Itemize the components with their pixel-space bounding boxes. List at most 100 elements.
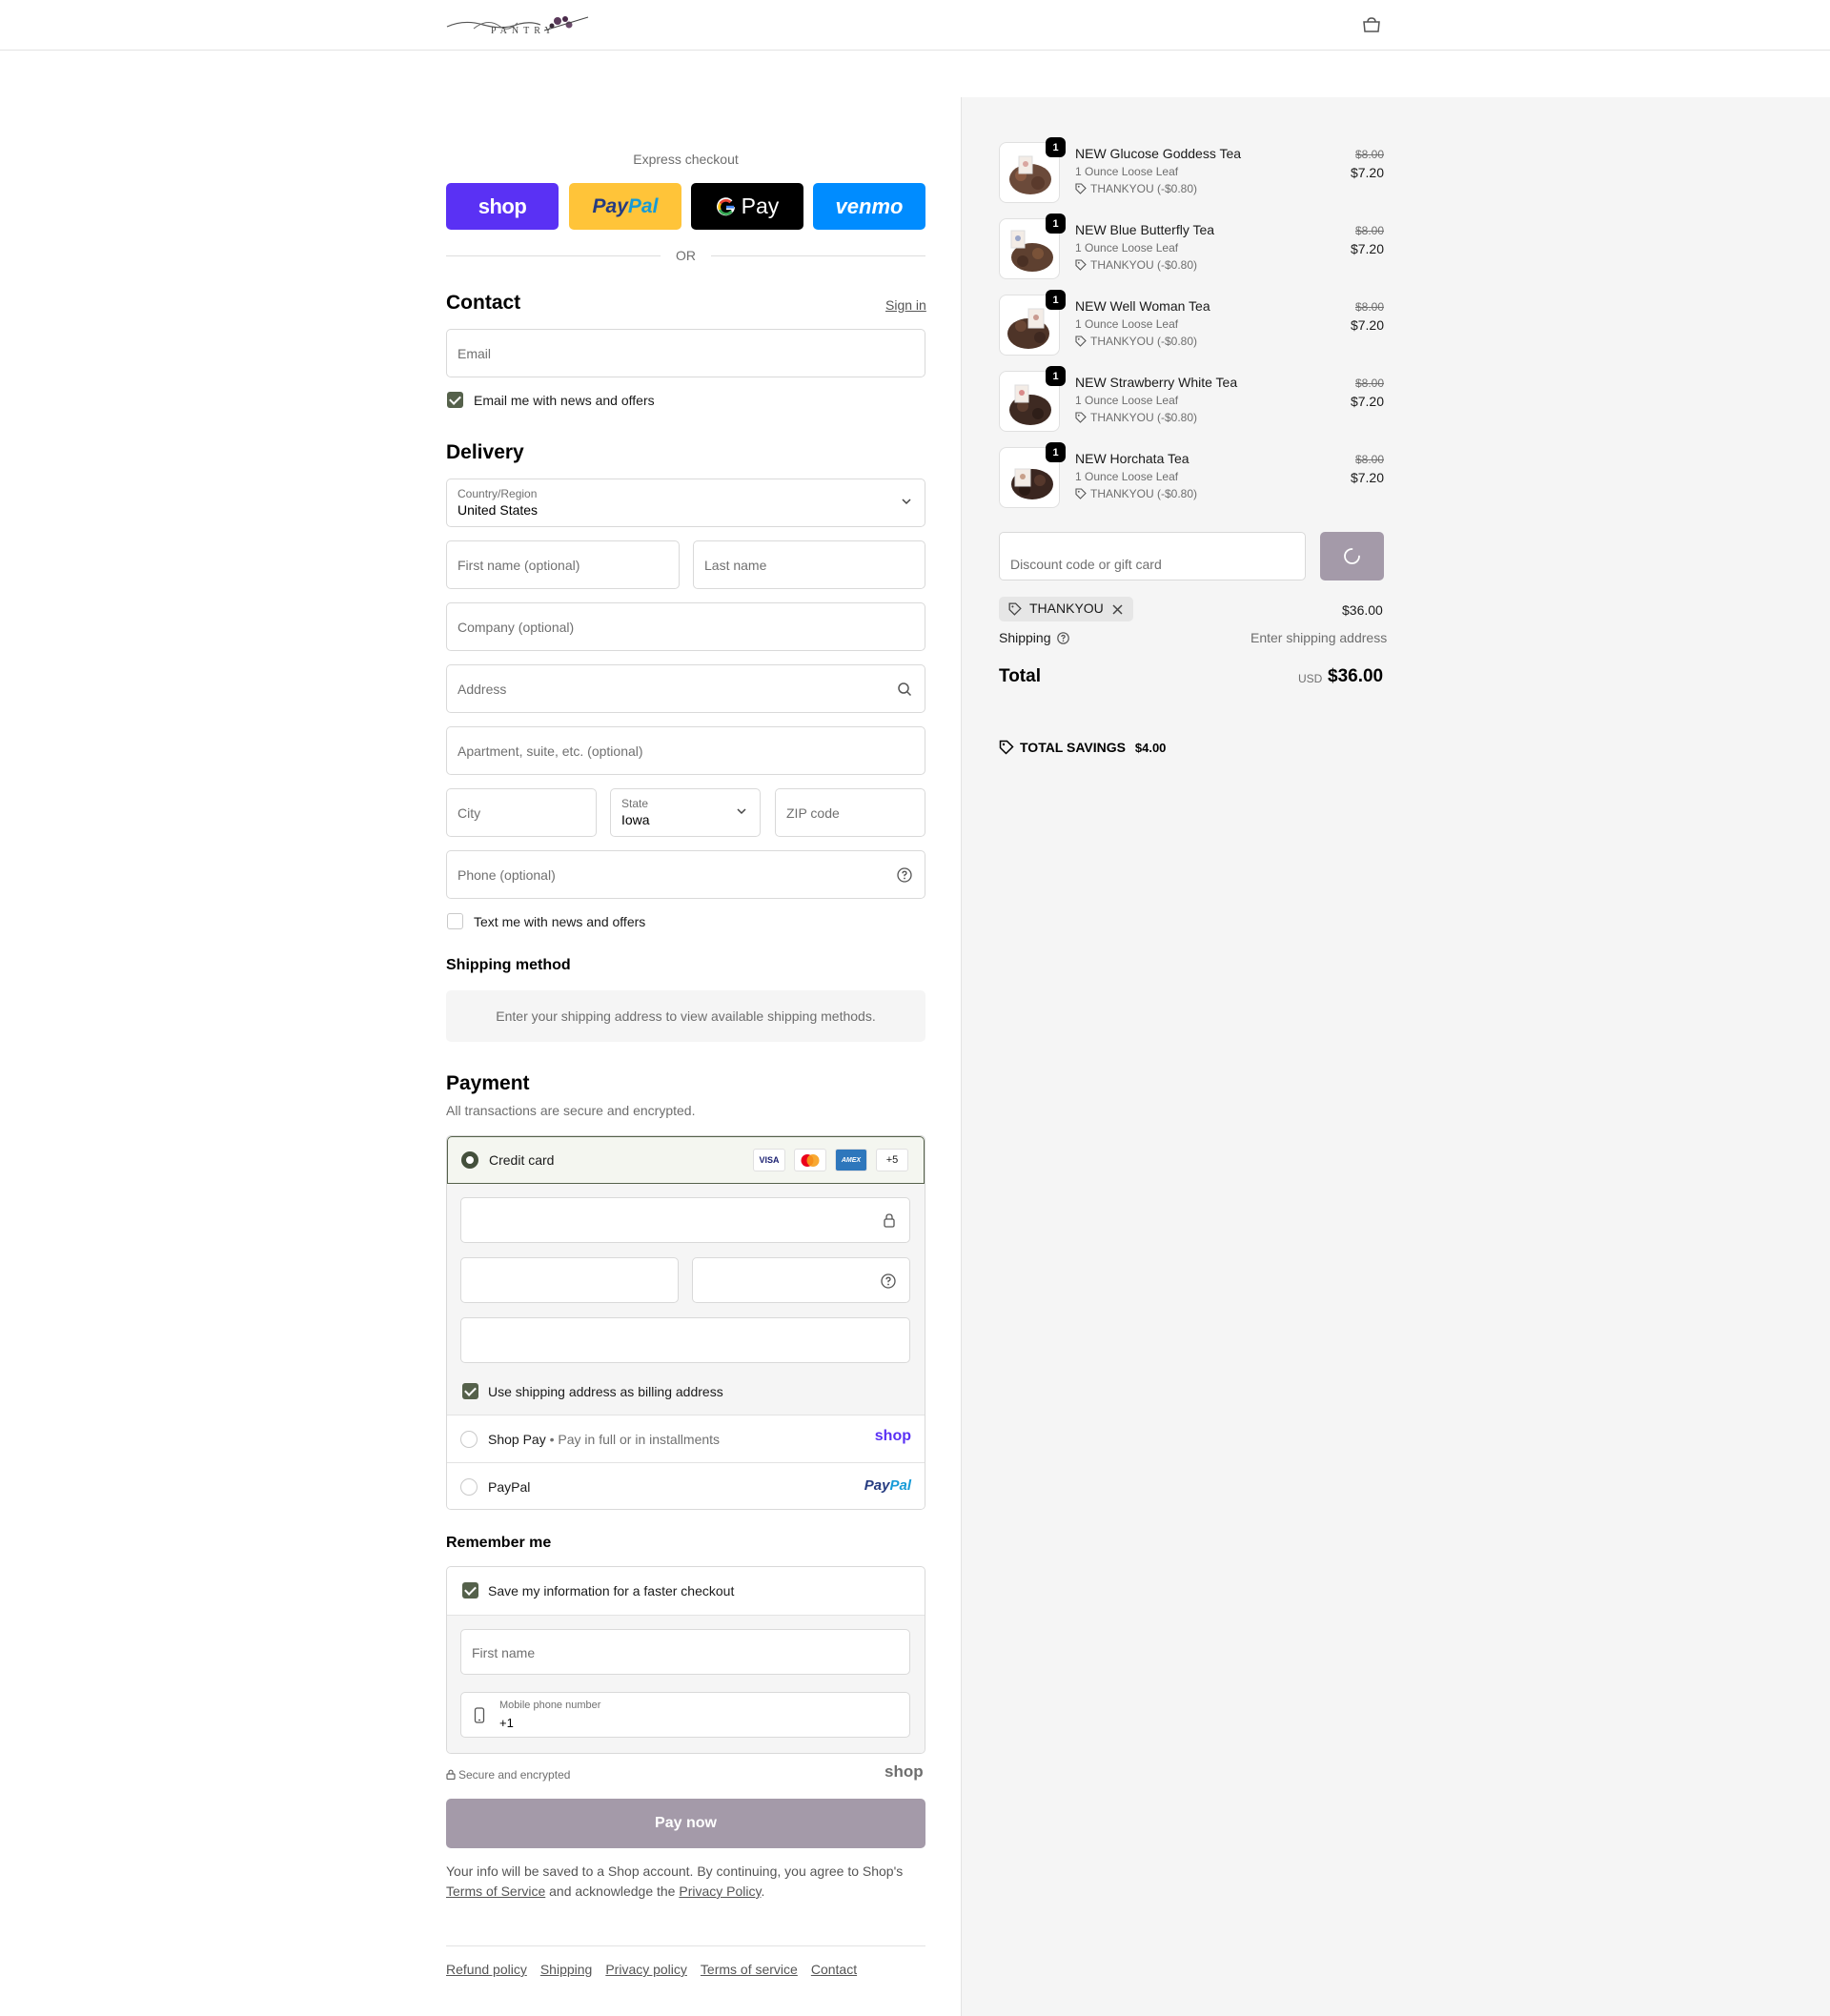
address-field[interactable]: Address: [446, 664, 925, 713]
original-price: $8.00: [1354, 148, 1384, 161]
privacy-policy-link[interactable]: Privacy Policy: [679, 1884, 761, 1899]
paypal-option[interactable]: PayPal PayPal: [447, 1462, 925, 1509]
first-name-field[interactable]: First name (optional): [446, 540, 680, 589]
terms-of-service-footer-link[interactable]: Terms of service: [701, 1962, 798, 1977]
product-name: NEW Horchata Tea: [1075, 451, 1190, 466]
google-g-icon: [716, 196, 735, 215]
or-text: OR: [676, 248, 696, 263]
terms-of-service-link[interactable]: Terms of Service: [446, 1884, 545, 1899]
quantity-badge: 1: [1046, 442, 1066, 462]
venmo-button[interactable]: venmo: [813, 183, 925, 230]
mobile-phone-value: +1: [499, 1716, 514, 1730]
privacy-policy-footer-link[interactable]: Privacy policy: [605, 1962, 687, 1977]
help-icon[interactable]: [897, 867, 912, 883]
delivery-title: Delivery: [446, 441, 524, 463]
payment-subtitle: All transactions are secure and encrypte…: [446, 1103, 696, 1118]
help-icon[interactable]: [881, 1273, 896, 1289]
express-checkout-label: Express checkout: [633, 152, 739, 167]
sign-in-link[interactable]: Sign in: [885, 297, 926, 313]
header: PANTRY: [0, 0, 1830, 51]
line-item: 1 NEW Strawberry White Tea 1 Ounce Loose…: [999, 366, 1384, 438]
country-select[interactable]: Country/Region United States: [446, 479, 925, 527]
last-name-placeholder: Last name: [704, 558, 767, 573]
product-discount-text: THANKYOU (-$0.80): [1090, 411, 1198, 424]
shop-pay-button[interactable]: shop: [446, 183, 559, 230]
quantity-badge: 1: [1046, 290, 1066, 310]
shipping-label: Shipping: [999, 630, 1070, 645]
product-discount-text: THANKYOU (-$0.80): [1090, 258, 1198, 272]
tag-icon: [1075, 488, 1087, 499]
company-field[interactable]: Company (optional): [446, 602, 925, 651]
legal-text: Your info will be saved to a Shop accoun…: [446, 1862, 925, 1902]
more-cards-text: +5: [885, 1154, 899, 1166]
card-number-field[interactable]: [460, 1197, 910, 1243]
name-on-card-field[interactable]: [460, 1317, 910, 1363]
last-name-field[interactable]: Last name: [693, 540, 925, 589]
original-price: $8.00: [1354, 300, 1384, 314]
shipping-method-title: Shipping method: [446, 957, 571, 973]
state-label: State: [621, 797, 649, 810]
state-select[interactable]: State Iowa: [610, 788, 761, 837]
google-pay-button[interactable]: Pay: [691, 183, 803, 230]
discount-code-input[interactable]: Discount code or gift card: [999, 532, 1306, 580]
email-news-checkbox[interactable]: [447, 392, 463, 408]
paypal-logo-a: Pay: [864, 1477, 890, 1494]
mobile-phone-field[interactable]: Mobile phone number +1: [460, 1692, 910, 1738]
visa-text: VISA: [759, 1155, 780, 1165]
footer-divider: [446, 1945, 925, 1946]
remember-me-box: Save my information for a faster checkou…: [446, 1566, 925, 1754]
apply-discount-button[interactable]: [1320, 532, 1384, 580]
total-label: Total: [999, 666, 1041, 686]
shipping-policy-link[interactable]: Shipping: [540, 1962, 593, 1977]
secure-text: Secure and encrypted: [458, 1768, 571, 1782]
save-info-checkbox[interactable]: [462, 1582, 478, 1599]
discounted-price: $7.20: [1350, 241, 1384, 256]
country-value: United States: [458, 502, 539, 518]
phone-field[interactable]: Phone (optional): [446, 850, 925, 899]
country-label: Country/Region: [458, 487, 538, 500]
discounted-price: $7.20: [1350, 165, 1384, 180]
shop-pay-label: shop: [478, 193, 527, 218]
credit-card-radio[interactable]: [461, 1151, 478, 1169]
product-name: NEW Blue Butterfly Tea: [1075, 222, 1215, 237]
tag-icon: [1075, 336, 1087, 347]
security-code-field[interactable]: [692, 1257, 910, 1303]
rm-first-name-field[interactable]: First name: [460, 1629, 910, 1675]
credit-card-label: Credit card: [489, 1152, 555, 1168]
store-logo[interactable]: PANTRY: [445, 11, 592, 38]
close-icon[interactable]: [1112, 604, 1123, 615]
quantity-badge: 1: [1046, 214, 1066, 234]
shop-pay-radio[interactable]: [460, 1431, 478, 1448]
product-discount: THANKYOU (-$0.80): [1075, 182, 1197, 195]
contact-link[interactable]: Contact: [811, 1962, 857, 1977]
shop-pay-option[interactable]: Shop Pay • Pay in full or in installment…: [447, 1415, 925, 1462]
pay-now-button[interactable]: Pay now: [446, 1799, 925, 1848]
company-placeholder: Company (optional): [458, 620, 575, 635]
shipping-method-message: Enter your shipping address to view avai…: [496, 1008, 876, 1024]
refund-policy-link[interactable]: Refund policy: [446, 1962, 527, 1977]
zip-field[interactable]: ZIP code: [775, 788, 925, 837]
email-news-label: Email me with news and offers: [474, 393, 655, 408]
help-icon[interactable]: [1057, 632, 1070, 644]
apartment-field[interactable]: Apartment, suite, etc. (optional): [446, 726, 925, 775]
paypal-label-a: Pay: [592, 194, 628, 217]
phone-placeholder: Phone (optional): [458, 867, 556, 883]
credit-card-option[interactable]: Credit card VISA AMEX +5: [447, 1136, 925, 1184]
shop-pay-option-text: Shop Pay • Pay in full or in installment…: [488, 1432, 721, 1447]
billing-same-row: Use shipping address as billing address: [447, 1367, 925, 1415]
quantity-badge: 1: [1046, 366, 1066, 386]
line-item: 1 NEW Blue Butterfly Tea 1 Ounce Loose L…: [999, 214, 1384, 285]
email-field[interactable]: Email: [446, 329, 925, 377]
bag-icon[interactable]: [1361, 16, 1382, 33]
paypal-radio[interactable]: [460, 1478, 478, 1496]
paypal-button[interactable]: PayPal: [569, 183, 681, 230]
paypal-option-label: PayPal: [488, 1479, 531, 1495]
shipping-value: Enter shipping address: [1250, 630, 1388, 645]
shop-pay-logo: shop: [874, 1428, 911, 1444]
shop-logo: shop: [884, 1762, 924, 1781]
city-field[interactable]: City: [446, 788, 597, 837]
expiration-date-field[interactable]: [460, 1257, 679, 1303]
billing-same-checkbox[interactable]: [462, 1383, 478, 1399]
text-news-checkbox[interactable]: [447, 913, 463, 929]
shop-pay-option-label: Shop Pay: [488, 1432, 546, 1447]
